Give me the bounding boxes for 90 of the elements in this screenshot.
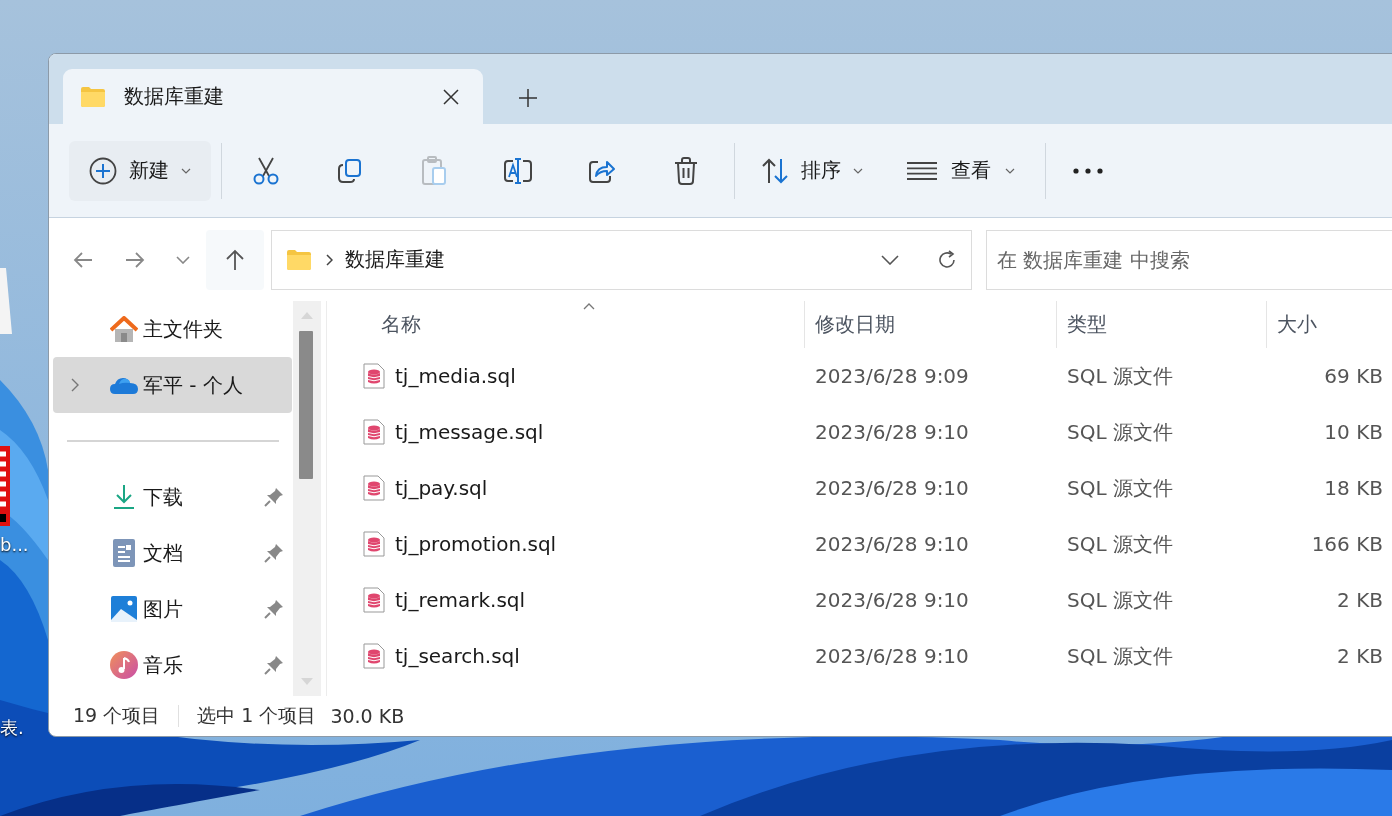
- house-icon: [110, 315, 138, 343]
- sql-file-icon: [363, 643, 385, 669]
- type-cell-text: SQL 源文件: [1066, 474, 1174, 502]
- file-name: tj_promotion.sql: [395, 532, 557, 556]
- up-arrow-icon: [225, 248, 245, 271]
- nav-item[interactable]: 音乐: [53, 637, 293, 693]
- new-button[interactable]: 新建: [69, 140, 211, 201]
- trash-icon: [673, 156, 699, 185]
- nav-item[interactable]: 文档: [53, 525, 293, 581]
- size-cell-text: 2 KB: [1336, 644, 1383, 668]
- add-icon: [89, 156, 117, 185]
- nav-item[interactable]: 主文件夹: [53, 301, 293, 357]
- sql-file-icon: [363, 363, 385, 389]
- type-cell-text: SQL 源文件: [1066, 418, 1174, 446]
- file-row[interactable]: tj_remark.sql 2023/6/28 9:10 SQL 源文件 2 KB: [327, 572, 1392, 628]
- picture-icon: [111, 596, 137, 622]
- nav-item[interactable]: 下载: [53, 469, 293, 525]
- type-cell-text: SQL 源文件: [1066, 530, 1174, 558]
- path-segment[interactable]: 数据库重建: [345, 246, 445, 273]
- caret-icon: [1005, 167, 1015, 174]
- size-cell-text: 10 KB: [1323, 420, 1383, 444]
- chevron-right-icon: [326, 253, 333, 266]
- scroll-thumb[interactable]: [299, 331, 314, 479]
- download-icon: [112, 484, 136, 510]
- column-header[interactable]: 大小: [1266, 301, 1383, 348]
- file-name: tj_search.sql: [395, 644, 520, 668]
- window-tab[interactable]: 数据库重建: [63, 69, 483, 124]
- sql-file-icon: [363, 419, 385, 445]
- size-cell-text: 18 KB: [1323, 476, 1383, 500]
- file-name: tj_message.sql: [395, 420, 544, 444]
- selection-size: 30.0 KB: [330, 705, 405, 727]
- file-row[interactable]: tj_media.sql 2023/6/28 9:09 SQL 源文件 69 KB: [327, 348, 1392, 404]
- sql-file-icon: [363, 531, 385, 557]
- caret-icon: [853, 167, 863, 174]
- clipboard-icon: [421, 155, 447, 186]
- spreadsheet-icon: [0, 446, 10, 526]
- type-cell-text: SQL 源文件: [1066, 642, 1174, 670]
- type-cell-text: SQL 源文件: [1066, 362, 1174, 390]
- refresh-icon[interactable]: [937, 249, 957, 270]
- file-row[interactable]: tj_message.sql 2023/6/28 9:10 SQL 源文件 10 KB: [327, 404, 1392, 460]
- column-header[interactable]: 类型: [1056, 301, 1266, 348]
- sql-file-icon: [363, 475, 385, 501]
- sort-icon: [761, 157, 789, 184]
- scrollbar[interactable]: [293, 301, 321, 696]
- desktop-icon-label[interactable]: 表.: [0, 716, 24, 740]
- close-icon[interactable]: [443, 88, 459, 105]
- size-cell-text: 69 KB: [1323, 364, 1383, 388]
- sort-button[interactable]: 排序: [743, 140, 881, 201]
- list-icon: [907, 161, 937, 180]
- file-name: tj_media.sql: [395, 364, 516, 388]
- file-name: tj_remark.sql: [395, 588, 526, 612]
- modified-cell-text: 2023/6/28 9:10: [814, 420, 970, 444]
- up-button[interactable]: [206, 229, 264, 290]
- view-button[interactable]: 查看: [891, 140, 1031, 201]
- caret-icon: [181, 167, 191, 174]
- add-tab-icon[interactable]: [519, 89, 537, 107]
- selection-count: 选中 1 个项目: [197, 703, 317, 728]
- music-icon: [110, 651, 138, 679]
- folder-icon: [80, 86, 106, 107]
- cloud-icon: [110, 376, 138, 394]
- modified-cell-text: 2023/6/28 9:10: [814, 476, 970, 500]
- file-name: tj_pay.sql: [395, 476, 488, 500]
- rename-icon: [503, 156, 533, 185]
- size-cell-text: 2 KB: [1336, 588, 1383, 612]
- column-header[interactable]: 名称: [327, 301, 804, 348]
- file-row[interactable]: tj_search.sql 2023/6/28 9:10 SQL 源文件 2 KB: [327, 628, 1392, 684]
- modified-cell-text: 2023/6/28 9:10: [814, 532, 970, 556]
- size-cell-text: 166 KB: [1310, 532, 1383, 556]
- search-field[interactable]: 在 数据库重建 中搜索: [986, 229, 1392, 290]
- folder-icon: [286, 249, 312, 270]
- nav-item[interactable]: 图片: [53, 581, 293, 637]
- forward-arrow-icon: [125, 250, 145, 269]
- scissors-icon: [253, 156, 279, 185]
- expand-chevron-icon[interactable]: [71, 378, 79, 392]
- chevron-down-icon: [176, 255, 190, 264]
- item-count: 19 个项目: [73, 703, 161, 728]
- more-icon: [1073, 167, 1103, 174]
- modified-cell-text: 2023/6/28 9:10: [814, 588, 970, 612]
- address-bar[interactable]: 数据库重建: [271, 229, 972, 290]
- chevron-down-icon[interactable]: [881, 254, 899, 265]
- sql-file-icon: [363, 587, 385, 613]
- file-row[interactable]: tj_pay.sql 2023/6/28 9:10 SQL 源文件 18 KB: [327, 460, 1392, 516]
- file-row[interactable]: tj_promotion.sql 2023/6/28 9:10 SQL 源文件 166 KB: [327, 516, 1392, 572]
- nav-item[interactable]: 军平 - 个人: [53, 357, 293, 413]
- modified-cell-text: 2023/6/28 9:10: [814, 644, 970, 668]
- modified-cell-text: 2023/6/28 9:09: [814, 364, 970, 388]
- copy-icon: [337, 157, 363, 184]
- back-arrow-icon: [73, 250, 93, 269]
- column-header[interactable]: 修改日期: [804, 301, 1056, 348]
- type-cell-text: SQL 源文件: [1066, 586, 1174, 614]
